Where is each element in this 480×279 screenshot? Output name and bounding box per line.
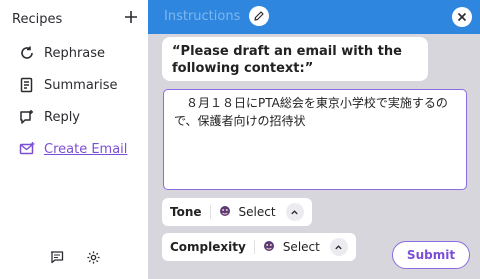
prompt-text: “Please draft an email with the followin…: [162, 37, 428, 81]
complexity-selector: Complexity Select: [162, 233, 356, 261]
context-input[interactable]: [163, 89, 467, 190]
email-icon: [18, 140, 36, 158]
sidebar-item-label: Create Email: [44, 141, 128, 157]
close-icon[interactable]: [452, 7, 472, 27]
rephrase-icon: [18, 44, 36, 62]
sidebar-item-rephrase[interactable]: Rephrase: [18, 42, 105, 64]
panel-title: Instructions: [164, 9, 241, 24]
tone-dropdown[interactable]: Select: [219, 203, 304, 221]
chevron-up-icon: [285, 203, 304, 221]
feedback-icon[interactable]: [48, 248, 66, 266]
sidebar-item-label: Rephrase: [44, 45, 106, 61]
tone-label: Tone: [170, 205, 211, 219]
complexity-label: Complexity: [170, 240, 255, 254]
tone-value: Select: [238, 205, 276, 219]
sidebar-item-create-email[interactable]: Create Email: [18, 138, 127, 160]
sidebar-title: Recipes: [12, 11, 63, 27]
emoji-icon: [263, 240, 275, 255]
reply-icon: [18, 108, 36, 126]
sidebar-item-summarise[interactable]: Summarise: [18, 74, 118, 96]
tone-selector: Tone Select: [162, 198, 312, 226]
plus-icon[interactable]: [124, 10, 138, 28]
sidebar: Recipes Rephrase Summarise Reply Create …: [0, 0, 148, 279]
sidebar-header: Recipes: [12, 9, 138, 29]
panel-header: Instructions: [148, 0, 480, 34]
complexity-value: Select: [282, 240, 320, 254]
sidebar-item-label: Summarise: [44, 77, 118, 93]
sidebar-item-reply[interactable]: Reply: [18, 106, 80, 128]
submit-button[interactable]: Submit: [392, 241, 470, 269]
sidebar-item-label: Reply: [44, 109, 81, 125]
pencil-icon[interactable]: [249, 6, 269, 26]
emoji-icon: [219, 205, 231, 220]
complexity-dropdown[interactable]: Select: [263, 238, 348, 256]
chevron-up-icon: [329, 238, 348, 256]
instructions-panel: Instructions “Please draft an email with…: [148, 0, 480, 279]
document-icon: [18, 76, 36, 94]
gear-icon[interactable]: [84, 248, 102, 266]
